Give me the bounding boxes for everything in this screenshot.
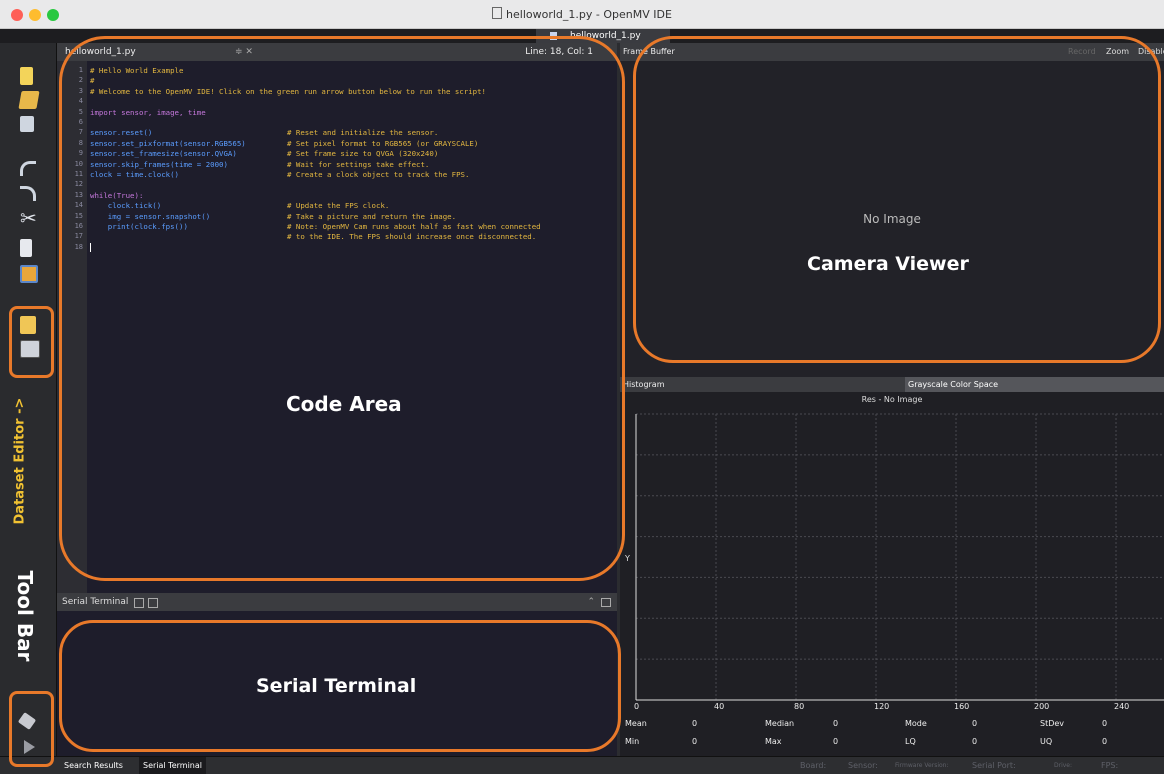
stat-label: LQ [905, 737, 916, 746]
histogram-x-tick: 120 [874, 702, 890, 711]
save-icon[interactable] [20, 116, 34, 132]
stat-value: 0 [833, 719, 839, 728]
serial-terminal-tab[interactable]: Serial Terminal [139, 757, 206, 774]
histogram-x-tick: 0 [634, 702, 640, 711]
histogram-chart [635, 413, 1164, 701]
sensor-status: Sensor: [848, 761, 878, 770]
stat-label: UQ [1040, 737, 1053, 746]
tool-bar-annotation: Tool Bar [13, 570, 37, 662]
undock-icon[interactable] [601, 598, 611, 607]
camera-viewer-highlight [633, 36, 1161, 363]
histogram-tab[interactable]: Histogram [623, 377, 665, 392]
histogram-x-tick: 80 [794, 702, 805, 711]
histogram-x-tick: 200 [1034, 702, 1050, 711]
stat-label: Min [625, 737, 640, 746]
code-area-highlight [59, 36, 625, 581]
stat-value: 0 [1102, 719, 1108, 728]
camera-viewer-annotation: Camera Viewer [807, 253, 969, 275]
collapse-icon[interactable]: ⌃ [587, 593, 595, 611]
dataset-tools-highlight [9, 306, 54, 378]
title-bar: helloworld_1.py - OpenMV IDE [0, 0, 1164, 29]
serial-terminal-annotation: Serial Terminal [256, 675, 417, 697]
stat-value: 0 [692, 737, 698, 746]
search-results-tab[interactable]: Search Results [60, 757, 127, 774]
serial-terminal-label: Serial Terminal [62, 597, 129, 607]
color-space-select[interactable]: Grayscale Color Space [908, 377, 998, 392]
firmware-status: Firmware Version: [895, 762, 949, 769]
status-bar: Search Results Serial Terminal Board: Se… [0, 756, 1164, 774]
run-tools-highlight [9, 691, 54, 767]
stat-label: StDev [1040, 719, 1065, 728]
histogram-x-tick: 40 [714, 702, 725, 711]
stat-label: Mean [625, 719, 647, 728]
copy-icon[interactable] [20, 239, 32, 257]
undo-icon[interactable] [20, 161, 36, 176]
save-terminal-icon[interactable] [148, 598, 158, 608]
redo-icon[interactable] [20, 186, 36, 201]
histogram-x-tick: 160 [954, 702, 970, 711]
fps-status: FPS: [1101, 761, 1119, 770]
histogram-x-tick: 240 [1114, 702, 1130, 711]
serial-terminal-header: Serial Terminal ⌃ [57, 593, 617, 611]
code-area-annotation: Code Area [286, 392, 402, 416]
board-status: Board: [800, 761, 827, 770]
stat-value: 0 [972, 737, 978, 746]
stat-label: Median [765, 719, 795, 728]
stat-value: 0 [1102, 737, 1108, 746]
open-file-icon[interactable] [18, 91, 40, 109]
stat-label: Max [765, 737, 782, 746]
dataset-editor-annotation: Dataset Editor -> [12, 397, 28, 525]
new-file-icon[interactable] [20, 67, 33, 85]
cut-icon[interactable]: ✂ [20, 208, 38, 228]
stat-value: 0 [833, 737, 839, 746]
drive-status: Drive: [1054, 762, 1073, 769]
stat-label: Mode [905, 719, 927, 728]
document-icon [492, 7, 503, 19]
stat-value: 0 [692, 719, 698, 728]
serial-port-status: Serial Port: [972, 761, 1016, 770]
window-title: helloworld_1.py - OpenMV IDE [0, 7, 1164, 21]
clear-terminal-icon[interactable] [134, 598, 144, 608]
stat-value: 0 [972, 719, 978, 728]
paste-icon[interactable] [20, 265, 38, 283]
histogram-header: Histogram Grayscale Color Space [620, 377, 1164, 392]
histogram-panel: Res - No Image Y 0 40 80 120 160 200 240 Mean 0… [620, 392, 1164, 756]
